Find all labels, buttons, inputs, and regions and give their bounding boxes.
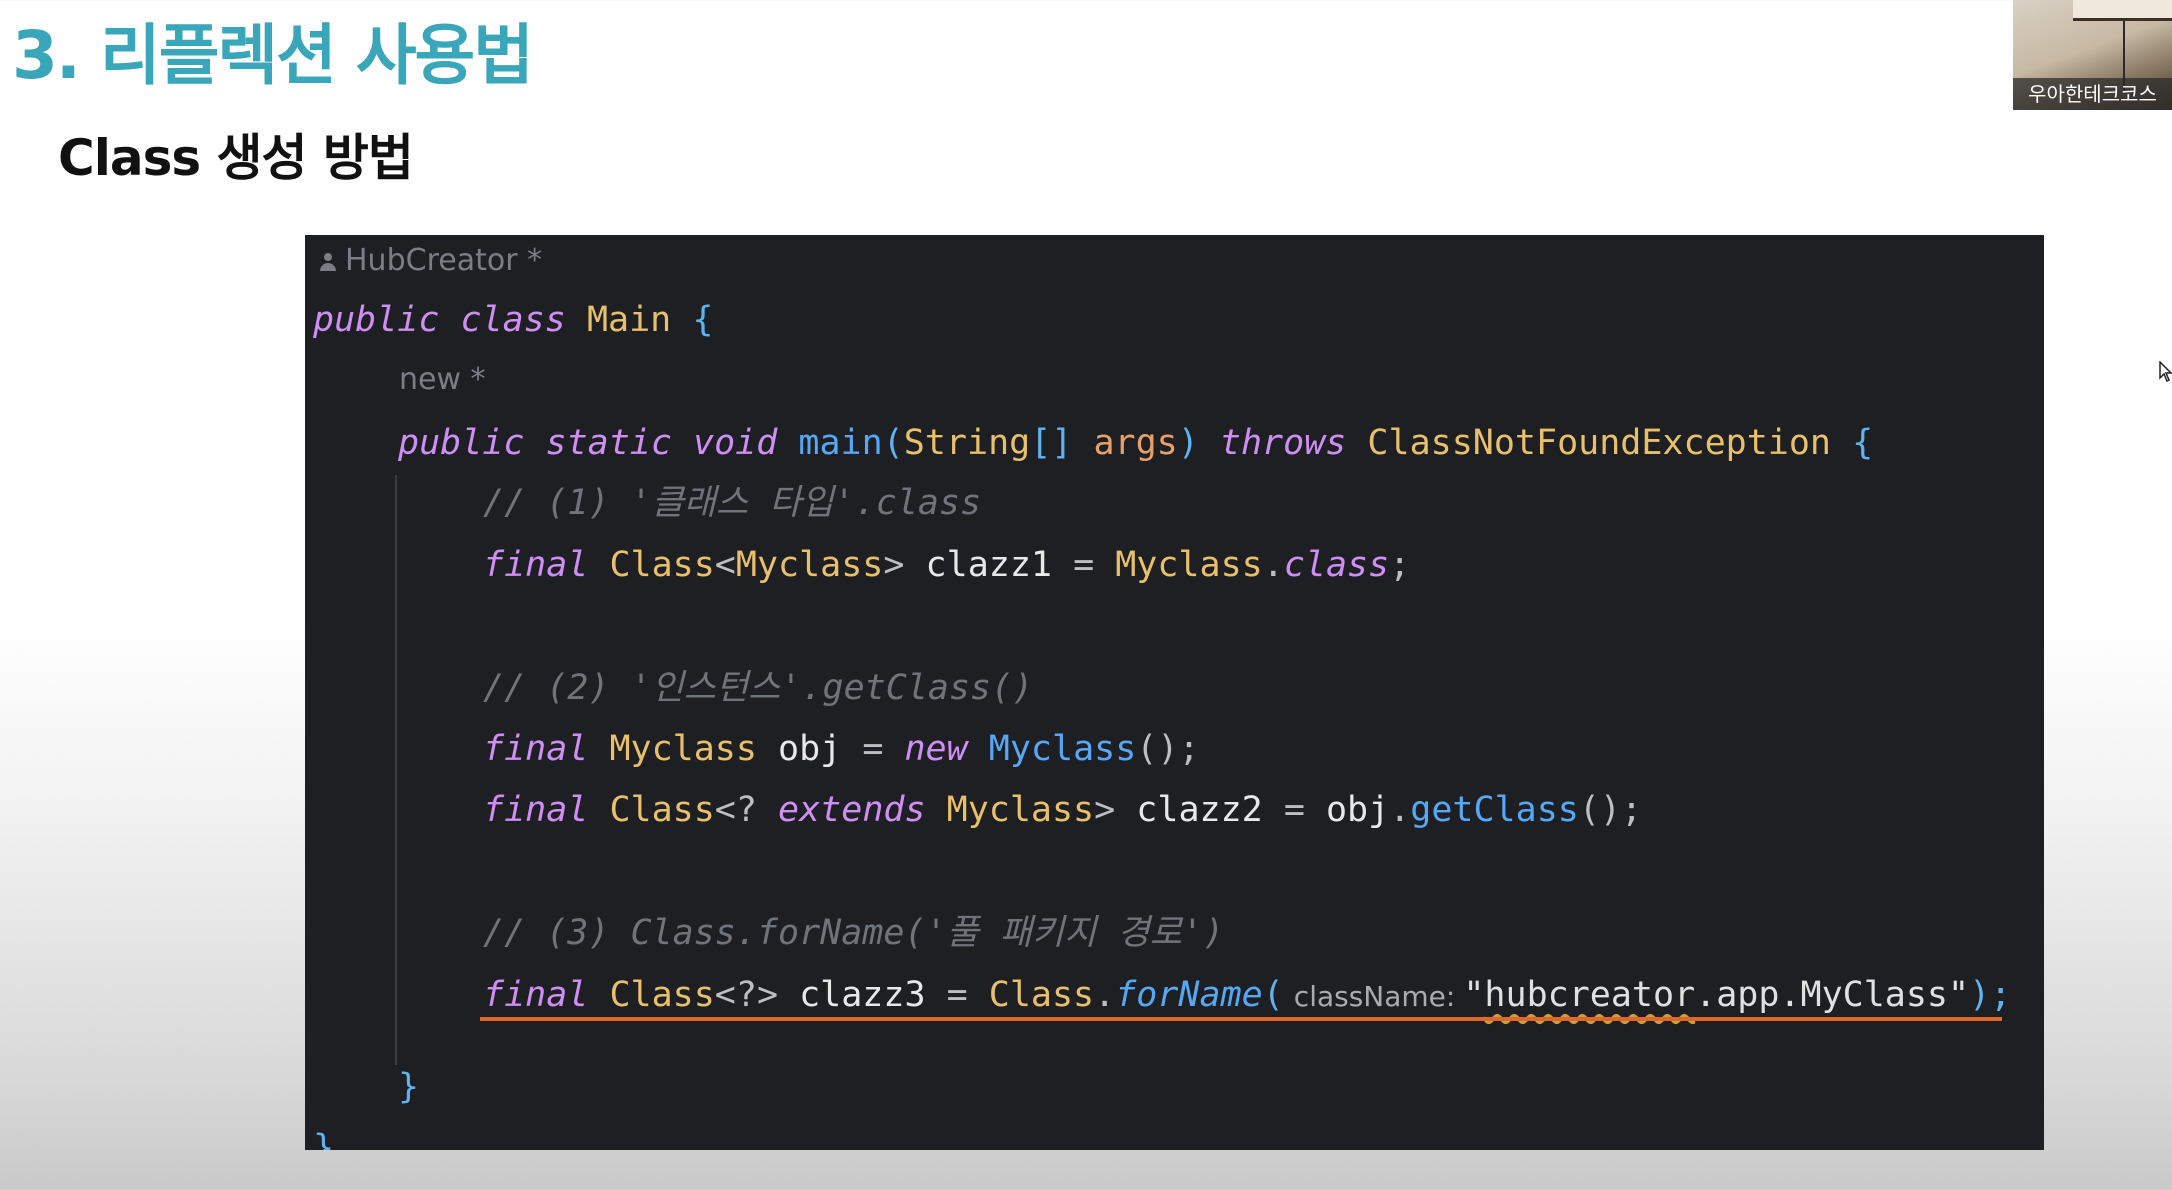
code-editor: HubCreator * public class Main { new * p… [305, 235, 2044, 1150]
method-hint[interactable]: new * [399, 362, 486, 397]
angle-bracket: > [1094, 790, 1116, 830]
array-brackets: [] [1030, 423, 1073, 463]
type-name: Myclass [735, 545, 884, 585]
keyword: final [483, 790, 589, 830]
code-line-class-decl: public class Main { [313, 290, 713, 350]
keyword: public [398, 423, 525, 463]
paren: ( [1262, 975, 1284, 1015]
type-name: String [903, 423, 1031, 463]
code-line-clazz3: final Class<?> clazz3 = Class.forName(cl… [483, 965, 2011, 1025]
operator: = [862, 729, 884, 769]
constructor: Myclass [988, 729, 1137, 769]
paren: ( [882, 423, 904, 463]
angle-bracket: > [883, 545, 905, 585]
keyword: new [904, 729, 968, 769]
method-name: main [798, 423, 883, 463]
string-literal: .app.MyClass [1695, 975, 1949, 1015]
call-end: ); [1969, 975, 2012, 1015]
slide-title: 3. 리플렉션 사용법 [12, 17, 534, 94]
type-name: Class [609, 790, 715, 830]
code-line-clazz2: final Class<? extends Myclass> clazz2 = … [483, 780, 1642, 840]
brace: { [1852, 423, 1874, 463]
method-name: forName [1115, 975, 1263, 1015]
wildcard: <? [714, 790, 757, 830]
webcam-label: 우아한테크코스 [2013, 78, 2172, 110]
keyword: final [483, 975, 589, 1015]
person-icon [319, 252, 337, 271]
code-line-close-method: } [398, 1057, 419, 1117]
webcam-thumbnail: 우아한테크코스 [2013, 0, 2172, 110]
code-line-clazz1: final Class<Myclass> clazz1 = Myclass.cl… [483, 535, 1410, 595]
code-line-obj: final Myclass obj = new Myclass(); [483, 719, 1200, 779]
type-name: Myclass [609, 729, 757, 769]
call-parens: (); [1578, 790, 1643, 830]
keyword: extends [778, 790, 926, 830]
code-line-main-decl: public static void main(String[] args) t… [398, 413, 1873, 473]
paren: ) [1177, 423, 1199, 463]
angle-bracket: < [714, 545, 736, 585]
semicolon: ; [1389, 545, 1411, 585]
keyword: public [313, 300, 440, 340]
brace: { [692, 300, 714, 340]
parameter: args [1093, 423, 1178, 463]
quote: " [1463, 975, 1485, 1015]
type-name: Class [609, 975, 715, 1015]
keyword: throws [1219, 423, 1347, 463]
variable: clazz1 [925, 545, 1052, 585]
error-underline [480, 1017, 2002, 1021]
wildcard: <?> [714, 975, 779, 1015]
mouse-cursor-icon [2159, 361, 2172, 383]
string-literal-warned: hubcreator [1484, 975, 1696, 1015]
type-name: Myclass [1115, 545, 1263, 585]
code-comment-2: // (2) '인스턴스'.getClass() [483, 668, 1034, 708]
indent-guide [395, 475, 397, 1065]
type-name: Myclass [946, 790, 1095, 830]
variable: clazz3 [799, 975, 926, 1015]
code-comment-1: // (1) '클래스 타입'.class [483, 483, 982, 523]
brace: } [313, 1128, 335, 1150]
exception-name: ClassNotFoundException [1367, 423, 1832, 463]
variable: obj [778, 729, 842, 769]
class-name: Main [586, 300, 672, 340]
brace: } [398, 1067, 420, 1107]
dot: . [1389, 790, 1411, 830]
dot: . [1094, 975, 1116, 1015]
keyword: class [1283, 545, 1390, 585]
author-hint-text: HubCreator * [345, 243, 543, 278]
operator: = [946, 975, 968, 1015]
dot: . [1262, 545, 1284, 585]
type-name: Class [988, 975, 1095, 1015]
variable: obj [1325, 790, 1390, 830]
slide-subtitle: Class 생성 방법 [58, 129, 414, 187]
webcam-background [2073, 0, 2172, 21]
operator: = [1283, 790, 1305, 830]
operator: = [1073, 545, 1095, 585]
keyword: final [483, 545, 589, 585]
call-parens: (); [1136, 729, 1200, 769]
variable: clazz2 [1136, 790, 1263, 830]
method-name: getClass [1410, 790, 1579, 830]
keyword: final [483, 729, 589, 769]
type-name: Class [609, 545, 715, 585]
quote: " [1948, 975, 1970, 1015]
keyword: static [545, 423, 672, 463]
keyword: class [460, 300, 566, 340]
code-comment-3: // (3) Class.forName('풀 패키지 경로') [483, 913, 1225, 953]
code-line-close-class: } [313, 1118, 334, 1150]
author-hint[interactable]: HubCreator * [319, 243, 542, 278]
keyword: void [693, 423, 778, 463]
